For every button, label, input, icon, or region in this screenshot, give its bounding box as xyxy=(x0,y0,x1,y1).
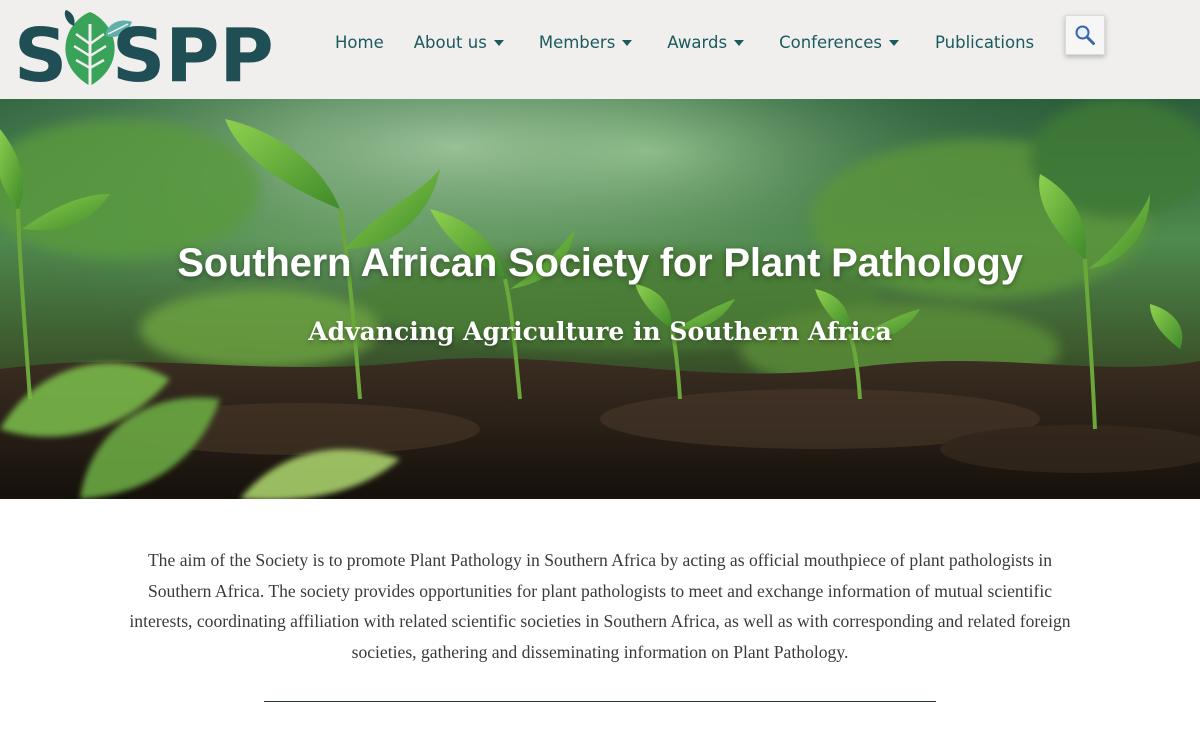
section-divider xyxy=(264,701,936,702)
nav-home-label: Home xyxy=(335,32,384,52)
nav-publications-label: Publications xyxy=(934,32,1035,52)
caret-down-icon xyxy=(734,39,745,46)
nav-conferences[interactable]: Conferences xyxy=(779,33,899,52)
caret-down-icon xyxy=(622,39,633,46)
hero-title: Southern African Society for Plant Patho… xyxy=(177,241,1023,285)
svg-text:S: S xyxy=(14,13,67,90)
site-header: S SPP Home About us Members Awards Confe… xyxy=(0,0,1200,99)
society-aim-paragraph: The aim of the Society is to promote Pla… xyxy=(129,550,1071,662)
nav-members-label: Members xyxy=(538,32,616,52)
nav-members[interactable]: Members xyxy=(538,32,633,52)
hero-subtitle: Advancing Agriculture in Southern Africa xyxy=(308,317,892,346)
site-logo[interactable]: S SPP xyxy=(14,10,284,90)
nav-about-us-label: About us xyxy=(413,32,487,52)
nav-home[interactable]: Home xyxy=(335,33,384,52)
nav-conferences-label: Conferences xyxy=(779,32,882,52)
main-nav: Home About us Members Awards Conferences… xyxy=(335,28,1034,56)
nav-awards[interactable]: Awards xyxy=(667,32,745,52)
search-button[interactable] xyxy=(1065,15,1105,55)
search-icon xyxy=(1075,25,1095,45)
nav-publications[interactable]: Publications xyxy=(935,33,1034,52)
nav-about-us[interactable]: About us xyxy=(414,33,504,52)
nav-awards-label: Awards xyxy=(667,32,728,52)
hero-banner: Southern African Society for Plant Patho… xyxy=(0,99,1200,499)
seedlings-background-image xyxy=(0,99,1200,499)
svg-text:SPP: SPP xyxy=(112,13,274,90)
caret-down-icon xyxy=(888,39,899,46)
caret-down-icon xyxy=(493,39,504,46)
